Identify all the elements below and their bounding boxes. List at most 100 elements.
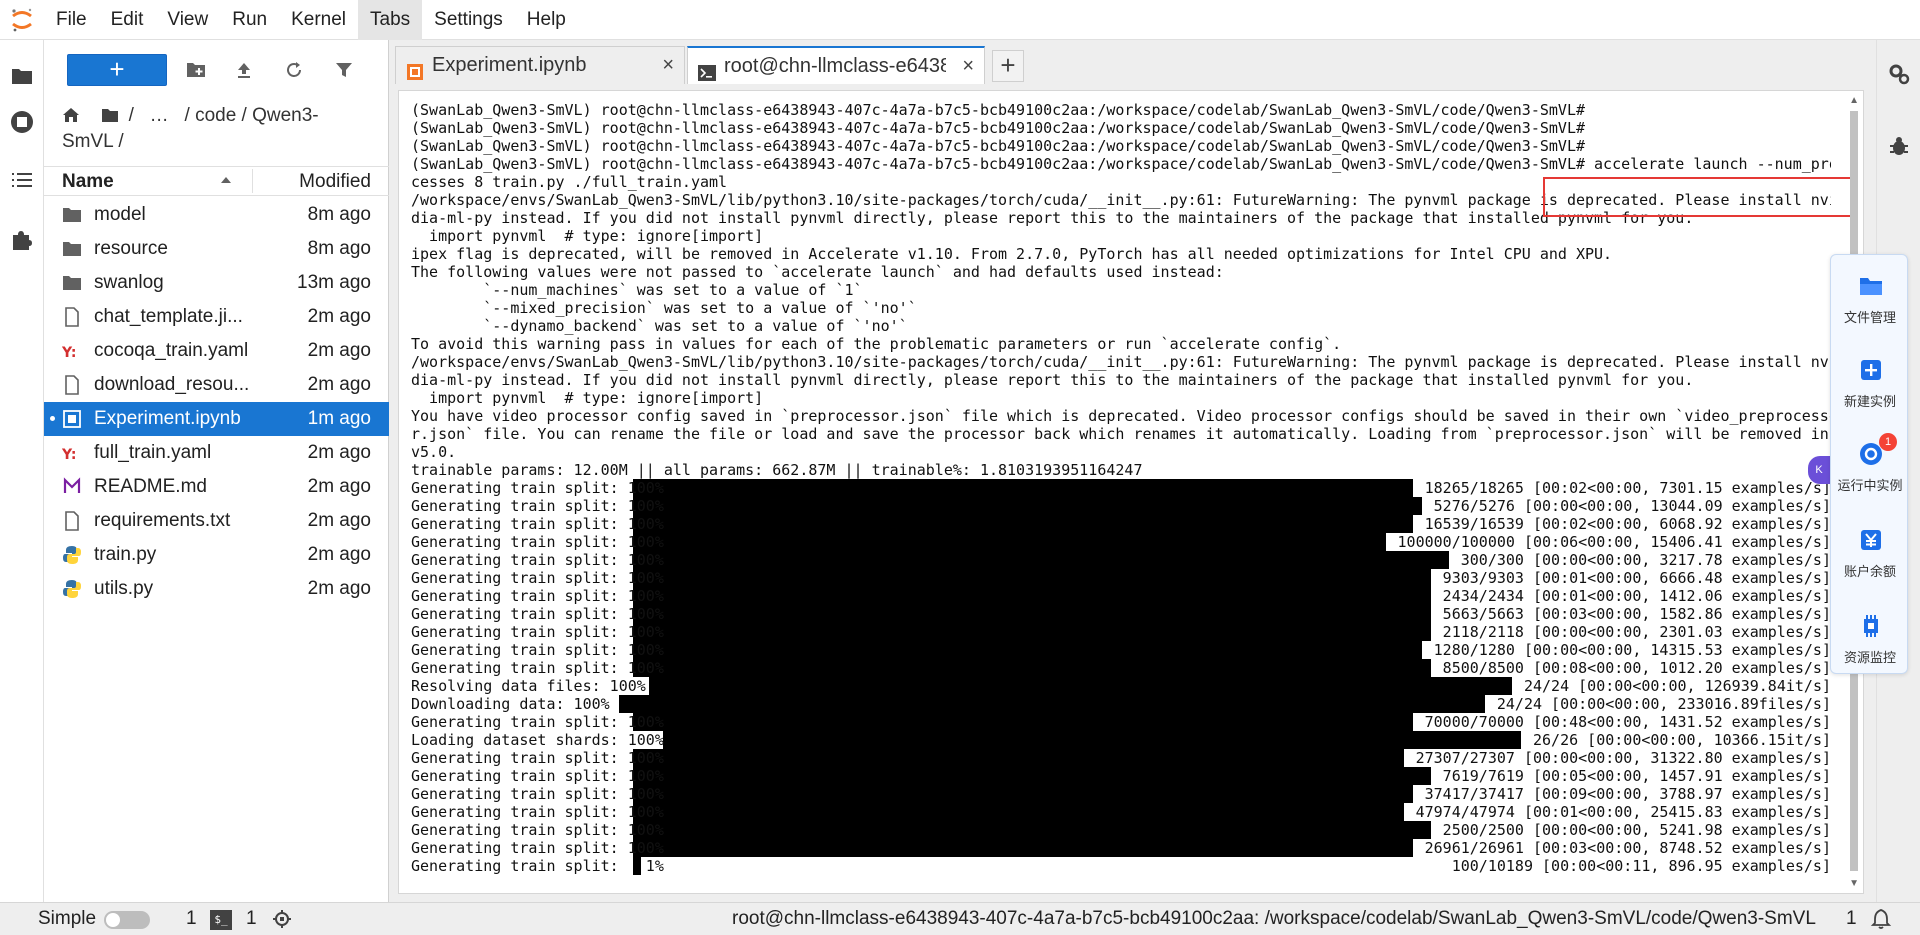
progress-stats: 24/24 [00:00<00:00, 233016.89files/s] xyxy=(1496,695,1831,713)
command-highlight-box xyxy=(1543,177,1853,217)
file-name: utils.py xyxy=(94,578,154,599)
upload-icon[interactable] xyxy=(230,56,258,84)
progress-stats: 16539/16539 [00:02<00:00, 6068.92 exampl… xyxy=(1424,515,1831,533)
python-icon xyxy=(62,579,82,599)
float-item-new-instance[interactable]: 新建实例 xyxy=(1831,347,1909,417)
simple-mode-toggle[interactable] xyxy=(104,911,150,929)
sort-ascending-icon[interactable] xyxy=(220,173,232,191)
progress-label: Generating train split: 100% xyxy=(411,641,664,659)
file-row[interactable]: swanlog 13m ago xyxy=(44,266,389,300)
terminal-line: (SwanLab_Qwen3-SmVL) root@chn-llmclass-e… xyxy=(411,119,1585,137)
progress-line: Generating train split: 1% 100/10189 [00:… xyxy=(411,857,1831,875)
menu-settings[interactable]: Settings xyxy=(422,0,515,40)
file-row[interactable]: chat_template.ji... 2m ago xyxy=(44,300,389,334)
menu-view[interactable]: View xyxy=(155,0,220,40)
file-row[interactable]: Y: full_train.yaml 2m ago xyxy=(44,436,389,470)
progress-bar-fill xyxy=(633,569,1431,587)
progress-bar-fill xyxy=(633,839,1413,857)
notification-count[interactable]: 1 xyxy=(1846,908,1857,930)
svg-text:Y:: Y: xyxy=(62,447,77,463)
menu-kernel[interactable]: Kernel xyxy=(279,0,358,40)
balance-icon xyxy=(1858,527,1884,553)
menu-help[interactable]: Help xyxy=(515,0,578,40)
property-inspector-gear-icon[interactable] xyxy=(1885,60,1913,88)
terminal-line: (SwanLab_Qwen3-SmVL) root@chn-llmclass-e… xyxy=(411,155,1831,173)
terminal-status-icon[interactable]: $_ xyxy=(210,910,232,930)
file-row[interactable]: download_resou... 2m ago xyxy=(44,368,389,402)
running-stop-icon[interactable] xyxy=(0,102,44,142)
file-row[interactable]: README.md 2m ago xyxy=(44,470,389,504)
progress-bar-fill xyxy=(633,479,1413,497)
scroll-up-arrow-icon[interactable]: ▲ xyxy=(1849,95,1859,106)
new-launcher-button[interactable]: + xyxy=(67,54,167,86)
terminal-line: `--mixed_precision` was set to a value o… xyxy=(411,299,917,317)
tab-terminal[interactable]: root@chn-llmclass-e64389 × xyxy=(687,46,985,84)
file-row[interactable]: requirements.txt 2m ago xyxy=(44,504,389,538)
home-icon[interactable] xyxy=(62,106,82,130)
file-modified: 2m ago xyxy=(307,374,371,395)
progress-label: Loading dataset shards: 100% xyxy=(411,731,664,749)
refresh-icon[interactable] xyxy=(280,56,308,84)
menu-run[interactable]: Run xyxy=(220,0,279,40)
python-icon xyxy=(62,545,82,565)
float-helper-panel: 文件管理 新建实例 1 运行中实例 账户余额 资源监控 xyxy=(1830,254,1908,674)
kernel-status-gear-icon[interactable] xyxy=(272,909,292,929)
column-divider[interactable] xyxy=(252,169,253,193)
file-row[interactable]: utils.py 2m ago xyxy=(44,572,389,606)
menu-tabs[interactable]: Tabs xyxy=(358,0,423,40)
file-row[interactable]: Y: cocoqa_train.yaml 2m ago xyxy=(44,334,389,368)
progress-bar-fill xyxy=(633,749,1404,767)
float-item-resource-monitor[interactable]: 资源监控 xyxy=(1831,603,1909,673)
progress-bar-fill xyxy=(633,821,1431,839)
terminal-count[interactable]: 1 xyxy=(246,908,257,930)
progress-bar-fill xyxy=(633,533,1386,551)
progress-label: Generating train split: 100% xyxy=(411,533,664,551)
file-name: download_resou... xyxy=(94,374,250,395)
filter-icon[interactable] xyxy=(330,56,358,84)
tab-experiment-notebook[interactable]: Experiment.ipynb × xyxy=(395,46,685,84)
file-row[interactable]: model 8m ago xyxy=(44,198,389,232)
terminal-output: (SwanLab_Qwen3-SmVL) root@chn-llmclass-e… xyxy=(411,101,1831,875)
terminal-view[interactable]: (SwanLab_Qwen3-SmVL) root@chn-llmclass-e… xyxy=(398,90,1864,894)
file-modified: 2m ago xyxy=(307,578,371,599)
file-modified: 1m ago xyxy=(307,408,371,429)
kernel-count[interactable]: 1 xyxy=(186,908,197,930)
file-row[interactable]: train.py 2m ago xyxy=(44,538,389,572)
progress-label: Generating train split: 100% xyxy=(411,623,664,641)
progress-label: Generating train split: 1% xyxy=(411,857,664,875)
float-item-balance[interactable]: 账户余额 xyxy=(1831,517,1909,587)
menu-file[interactable]: File xyxy=(44,0,99,40)
extension-puzzle-icon[interactable] xyxy=(0,220,44,260)
scroll-down-arrow-icon[interactable]: ▼ xyxy=(1849,878,1859,889)
progress-stats: 9303/9303 [00:01<00:00, 6666.48 examples… xyxy=(1442,569,1831,587)
notebook-icon xyxy=(62,409,82,429)
float-panel-collapse-tab[interactable]: K xyxy=(1808,456,1830,484)
float-item-file-manage[interactable]: 文件管理 xyxy=(1831,263,1909,333)
menu-edit[interactable]: Edit xyxy=(99,0,156,40)
tab-close-icon[interactable]: × xyxy=(662,47,674,83)
table-of-contents-icon[interactable] xyxy=(0,160,44,200)
terminal-line: (SwanLab_Qwen3-SmVL) root@chn-llmclass-e… xyxy=(411,137,1585,155)
progress-label: Generating train split: 100% xyxy=(411,713,664,731)
file-row[interactable]: resource 8m ago xyxy=(44,232,389,266)
tab-bar: Experiment.ipynb × root@chn-llmclass-e64… xyxy=(395,46,1870,84)
debugger-bug-icon[interactable] xyxy=(1885,132,1913,160)
progress-bar-fill xyxy=(649,677,1512,695)
add-tab-button[interactable]: + xyxy=(992,50,1024,82)
column-name[interactable]: Name xyxy=(62,171,114,193)
file-row[interactable]: Experiment.ipynb 1m ago xyxy=(44,402,389,436)
bell-icon[interactable] xyxy=(1870,908,1892,930)
tab-close-icon[interactable]: × xyxy=(962,48,974,84)
terminal-line: import pynvml # type: ignore[import] xyxy=(411,389,764,407)
file-modified: 2m ago xyxy=(307,442,371,463)
new-folder-icon[interactable] xyxy=(182,56,210,84)
float-item-running-instance[interactable]: 1 运行中实例 xyxy=(1831,431,1909,501)
progress-bar-fill xyxy=(633,497,1422,515)
progress-stats: 26/26 [00:00<00:00, 10366.15it/s] xyxy=(1532,731,1831,749)
progress-line: Downloading data: 100% 24/24 [00:00<00:00… xyxy=(411,695,1831,713)
progress-stats: 300/300 [00:00<00:00, 3217.78 examples/s… xyxy=(1460,551,1831,569)
column-modified[interactable]: Modified xyxy=(299,171,371,193)
terminal-line: To avoid this warning pass in values for… xyxy=(411,335,1342,353)
file-browser-folder-icon[interactable] xyxy=(0,56,44,96)
breadcrumb-folder-icon[interactable] xyxy=(101,106,123,130)
